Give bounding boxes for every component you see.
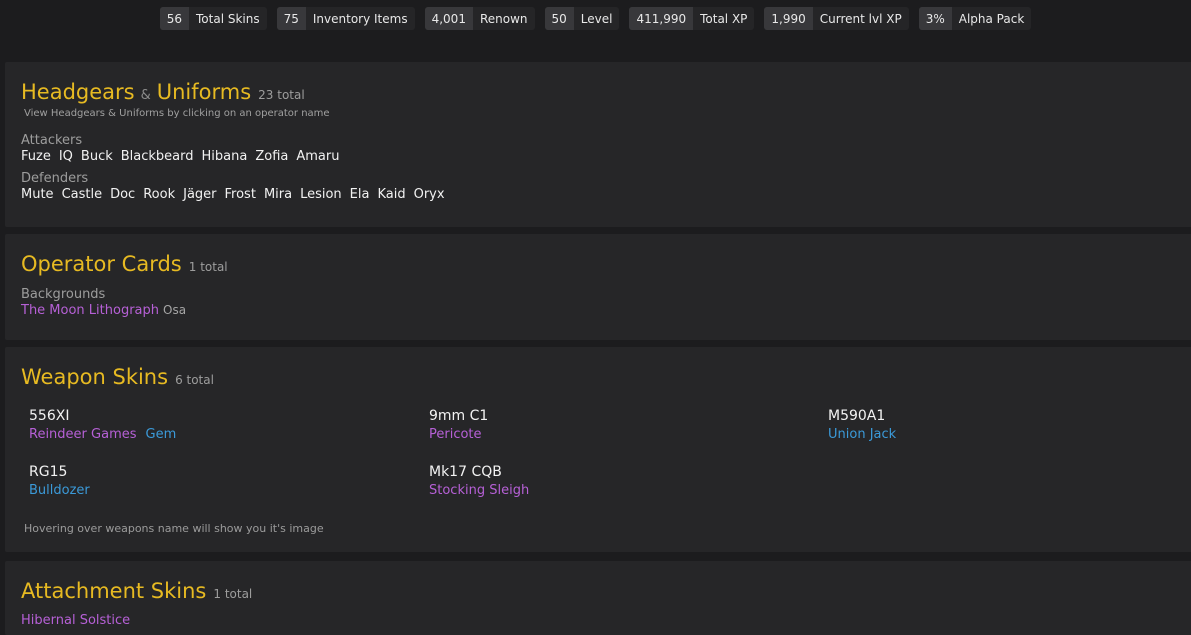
operator-link-lesion[interactable]: Lesion — [300, 187, 342, 202]
stat-total-xp: 411,990 Total XP — [629, 7, 755, 30]
operator-link-frost[interactable]: Frost — [225, 187, 256, 202]
skin-link[interactable]: Pericote — [429, 427, 482, 442]
stat-label: Renown — [479, 11, 528, 26]
stat-value: 4,001 — [424, 7, 473, 30]
section-header: Attachment Skins 1 total — [21, 581, 1191, 602]
defenders-list: Mute Castle Doc Rook Jäger Frost Mira Le… — [21, 187, 1191, 202]
weapon-skin-list: Bulldozer — [29, 482, 99, 499]
operator-card-item: The Moon Lithograph Osa — [21, 303, 1191, 318]
section-header: Operator Cards 1 total — [21, 254, 1191, 275]
operator-link-mute[interactable]: Mute — [21, 187, 54, 202]
section-title-headgears: Headgears — [21, 80, 135, 104]
operator-link-zofia[interactable]: Zofia — [255, 149, 288, 164]
attackers-list: Fuze IQ Buck Blackbeard Hibana Zofia Ama… — [21, 149, 1191, 164]
operator-link-kaid[interactable]: Kaid — [377, 187, 405, 202]
stat-level: 50 Level — [544, 7, 620, 30]
attachment-skin-item[interactable]: Hibernal Solstice — [21, 613, 1191, 628]
stat-label: Level — [580, 11, 613, 26]
operator-link-blackbeard[interactable]: Blackbeard — [121, 149, 194, 164]
weapon-name-m590a1[interactable]: M590A1 — [828, 408, 905, 425]
stats-bar: 56 Total Skins 75 Inventory Items 4,001 … — [0, 7, 1191, 30]
weapon-skin-list: Union Jack — [828, 426, 905, 443]
weapon-hover-hint: Hovering over weapons name will show you… — [24, 522, 324, 535]
skin-link[interactable]: Stocking Sleigh — [429, 483, 529, 498]
operator-link-jager[interactable]: Jäger — [183, 187, 216, 202]
weapon-name-rg15[interactable]: RG15 — [29, 464, 99, 481]
skin-link[interactable]: Reindeer Games — [29, 427, 137, 442]
stat-label: Alpha Pack — [958, 11, 1025, 26]
operator-cards-section: Operator Cards 1 total Backgrounds The M… — [5, 234, 1191, 340]
skin-link[interactable]: Bulldozer — [29, 483, 90, 498]
stat-value: 1,990 — [764, 7, 813, 30]
stat-value: 3% — [918, 7, 952, 30]
operator-link-oryx[interactable]: Oryx — [414, 187, 445, 202]
headgears-uniforms-section: Headgears & Uniforms 23 total View Headg… — [5, 62, 1191, 227]
card-item-name[interactable]: The Moon Lithograph — [21, 303, 159, 318]
attachment-skins-section: Attachment Skins 1 total Hibernal Solsti… — [5, 561, 1191, 635]
section-title: Attachment Skins — [21, 579, 207, 603]
section-hint: View Headgears & Uniforms by clicking on… — [24, 108, 330, 119]
operator-link-doc[interactable]: Doc — [110, 187, 135, 202]
weapon-skin-list: Pericote — [429, 426, 491, 443]
weapon-name-9mm-c1[interactable]: 9mm C1 — [429, 408, 491, 425]
stat-label: Total Skins — [196, 11, 260, 26]
operator-link-ela[interactable]: Ela — [350, 187, 370, 202]
weapon-entry: Mk17 CQB Stocking Sleigh — [429, 464, 538, 499]
section-header: Headgears & Uniforms 23 total — [21, 80, 1191, 104]
stat-current-lvl-xp: 1,990 Current lvl XP — [764, 7, 909, 30]
card-item-owner: Osa — [163, 303, 187, 317]
weapon-name-mk17-cqb[interactable]: Mk17 CQB — [429, 464, 538, 481]
stat-label: Inventory Items — [312, 11, 408, 26]
ampersand: & — [140, 88, 151, 103]
operator-link-rook[interactable]: Rook — [143, 187, 175, 202]
operator-link-iq[interactable]: IQ — [59, 149, 73, 164]
stat-value: 411,990 — [629, 7, 694, 30]
operator-link-fuze[interactable]: Fuze — [21, 149, 51, 164]
attackers-label: Attackers — [21, 133, 83, 148]
section-total: 23 total — [258, 88, 305, 102]
section-title-uniforms: Uniforms — [156, 80, 252, 104]
operator-link-buck[interactable]: Buck — [81, 149, 113, 164]
section-title: Weapon Skins — [21, 365, 169, 389]
stat-total-skins: 56 Total Skins — [159, 7, 267, 30]
section-title: Operator Cards — [21, 252, 182, 276]
stat-value: 56 — [159, 7, 189, 30]
stat-label: Current lvl XP — [819, 11, 902, 26]
operator-link-amaru[interactable]: Amaru — [296, 149, 339, 164]
stat-inventory-items: 75 Inventory Items — [276, 7, 415, 30]
operator-link-mira[interactable]: Mira — [264, 187, 292, 202]
weapon-skin-list: Stocking Sleigh — [429, 482, 538, 499]
operator-link-castle[interactable]: Castle — [62, 187, 103, 202]
weapon-skin-list: Reindeer Games Gem — [29, 426, 185, 443]
skin-link[interactable]: Union Jack — [828, 427, 896, 442]
defenders-label: Defenders — [21, 171, 89, 186]
weapon-name-556xi[interactable]: 556XI — [29, 408, 185, 425]
section-total: 6 total — [175, 373, 214, 387]
section-header: Weapon Skins 6 total — [21, 367, 1191, 388]
section-total: 1 total — [188, 260, 228, 274]
stat-renown: 4,001 Renown — [424, 7, 535, 30]
stat-value: 75 — [276, 7, 306, 30]
weapon-skins-section: Weapon Skins 6 total 556XI Reindeer Game… — [5, 347, 1191, 552]
stat-alpha-pack: 3% Alpha Pack — [918, 7, 1032, 30]
skin-link[interactable]: Gem — [146, 427, 177, 442]
stat-label: Total XP — [700, 11, 748, 26]
section-total: 1 total — [213, 587, 253, 601]
weapon-entry: RG15 Bulldozer — [29, 464, 99, 499]
operator-link-hibana[interactable]: Hibana — [202, 149, 248, 164]
weapon-entry: 556XI Reindeer Games Gem — [29, 408, 185, 443]
stat-value: 50 — [544, 7, 574, 30]
backgrounds-label: Backgrounds — [21, 287, 106, 302]
weapon-entry: 9mm C1 Pericote — [429, 408, 491, 443]
weapon-entry: M590A1 Union Jack — [828, 408, 905, 443]
